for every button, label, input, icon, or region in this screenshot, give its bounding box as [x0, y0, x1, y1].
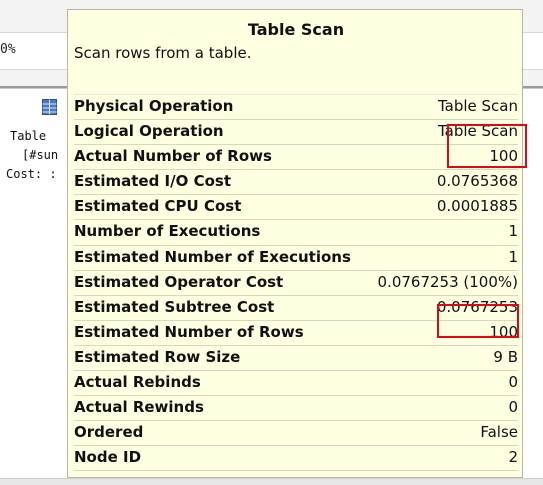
property-row-estimated-number-of-executions: Estimated Number of Executions 1	[74, 246, 518, 271]
property-label: Ordered	[74, 423, 144, 442]
tooltip-title: Table Scan	[247, 20, 345, 39]
property-row-actual-rebinds: Actual Rebinds 0	[74, 371, 518, 397]
property-label: Estimated Number of Rows	[74, 322, 304, 341]
property-value: 0.0767253 (100%)	[377, 272, 518, 291]
property-row-estimated-io-cost: Estimated I/O Cost 0.0765368	[74, 170, 518, 196]
property-label: Estimated I/O Cost	[74, 172, 231, 191]
property-row-node-id: Node ID 2	[74, 446, 518, 472]
property-label: Actual Number of Rows	[74, 147, 272, 166]
property-value: 1	[508, 222, 518, 241]
operator-tooltip: Table Scan Scan rows from a table. Physi…	[67, 9, 523, 478]
node-label-line-2: [#sun	[22, 148, 59, 162]
property-label: Estimated Number of Executions	[74, 247, 351, 266]
property-label: Estimated Subtree Cost	[74, 297, 275, 316]
property-row-estimated-operator-cost: Estimated Operator Cost 0.0767253 (100%)	[74, 271, 518, 296]
property-label: Estimated CPU Cost	[74, 197, 242, 216]
property-value: 0.0765368	[436, 172, 518, 191]
node-label-line-3: Cost: :	[6, 167, 57, 181]
property-value: Table Scan	[437, 97, 518, 115]
percent-text: 0%	[0, 42, 16, 57]
actual-rows-highlight-box	[447, 124, 527, 168]
property-row-actual-rewinds: Actual Rewinds 0	[74, 396, 518, 422]
property-row-number-of-executions: Number of Executions 1	[74, 220, 518, 246]
node-label-line-1: Table	[10, 129, 47, 143]
property-label: Physical Operation	[74, 97, 234, 115]
property-label: Actual Rebinds	[74, 373, 201, 392]
property-row-physical-operation: Physical Operation Table Scan	[74, 94, 518, 121]
property-label: Number of Executions	[74, 222, 261, 241]
property-value: 9 B	[493, 347, 518, 366]
property-label: Logical Operation	[74, 122, 224, 141]
property-value: 0.0001885	[436, 197, 518, 216]
property-row-estimated-row-size: Estimated Row Size 9 B	[74, 346, 518, 372]
property-label: Node ID	[74, 448, 142, 467]
property-value: 0	[508, 398, 518, 417]
property-row-ordered: Ordered False	[74, 421, 518, 447]
property-value: 1	[508, 247, 518, 266]
property-label: Estimated Row Size	[74, 347, 241, 366]
table-scan-icon[interactable]	[42, 99, 57, 115]
property-label: Actual Rewinds	[74, 398, 204, 417]
estimated-rows-highlight-box	[437, 304, 519, 338]
property-value: 0	[508, 373, 518, 392]
property-label: Estimated Operator Cost	[74, 272, 284, 291]
property-value: 2	[508, 448, 518, 467]
tooltip-description: Scan rows from a table.	[74, 44, 252, 62]
property-row-estimated-cpu-cost: Estimated CPU Cost 0.0001885	[74, 195, 518, 221]
property-value: False	[480, 423, 518, 442]
